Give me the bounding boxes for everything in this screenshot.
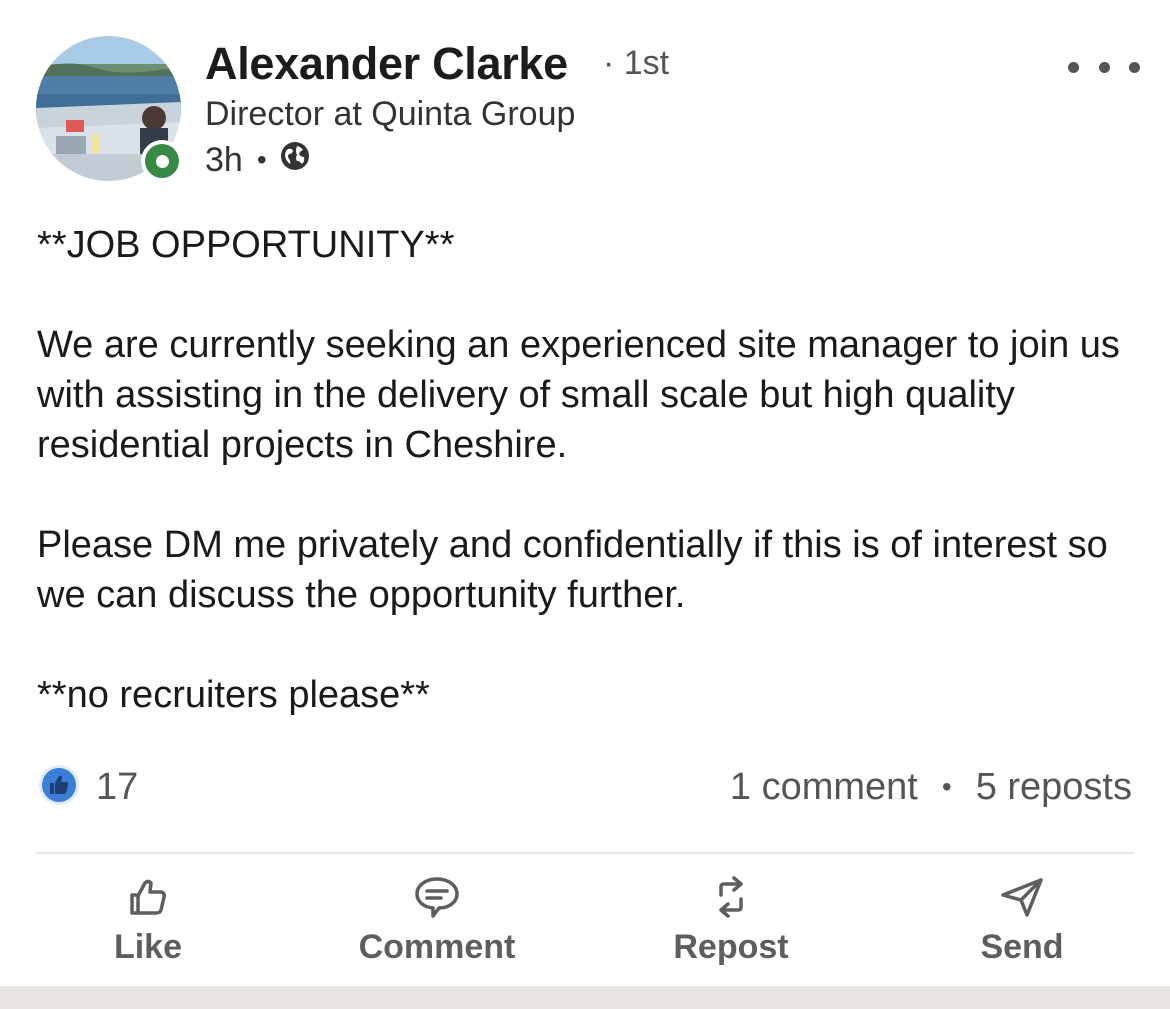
comment-label: Comment — [358, 928, 516, 966]
send-label: Send — [980, 928, 1064, 966]
post-meta: 3h • — [205, 140, 311, 180]
actions-divider — [36, 852, 1134, 854]
feed-background — [0, 986, 1170, 1009]
more-options-icon[interactable] — [1068, 52, 1140, 82]
like-button[interactable]: Like — [98, 870, 198, 970]
comment-button[interactable]: Comment — [346, 870, 528, 970]
thumbs-up-icon — [126, 870, 170, 924]
reaction-count: 17 — [96, 765, 139, 808]
repost-button[interactable]: Repost — [661, 870, 801, 970]
comments-count-link[interactable]: 1 comment — [730, 766, 918, 809]
post-heading: **JOB OPPORTUNITY** — [37, 224, 455, 266]
post-paragraph: We are currently seeking an experienced … — [37, 324, 1120, 466]
like-label: Like — [113, 928, 183, 966]
post-paragraph: Please DM me privately and confidentiall… — [37, 524, 1108, 616]
meta-separator: • — [256, 144, 267, 175]
reactions-summary[interactable]: 17 — [38, 764, 139, 811]
globe-icon — [279, 140, 311, 181]
author-headline: Director at Quinta Group — [205, 95, 576, 133]
feed-post: Alexander Clarke · 1st Director at Quint… — [0, 0, 1170, 986]
social-separator: • — [941, 771, 952, 802]
send-button[interactable]: Send — [972, 870, 1072, 970]
connection-degree: · 1st — [603, 44, 670, 82]
repost-icon — [709, 870, 753, 924]
reposts-count-link[interactable]: 5 reposts — [976, 766, 1132, 809]
repost-label: Repost — [673, 928, 789, 966]
comment-icon — [413, 870, 461, 924]
send-icon — [999, 870, 1045, 924]
online-status-icon — [141, 140, 183, 182]
post-time: 3h — [205, 140, 243, 179]
author-name[interactable]: Alexander Clarke — [205, 38, 568, 90]
social-counts: 1 comment • 5 reposts — [730, 765, 1132, 809]
post-footer-note: **no recruiters please** — [37, 674, 430, 716]
like-reaction-icon — [38, 764, 80, 811]
post-text: **JOB OPPORTUNITY** We are currently see… — [37, 220, 1137, 720]
